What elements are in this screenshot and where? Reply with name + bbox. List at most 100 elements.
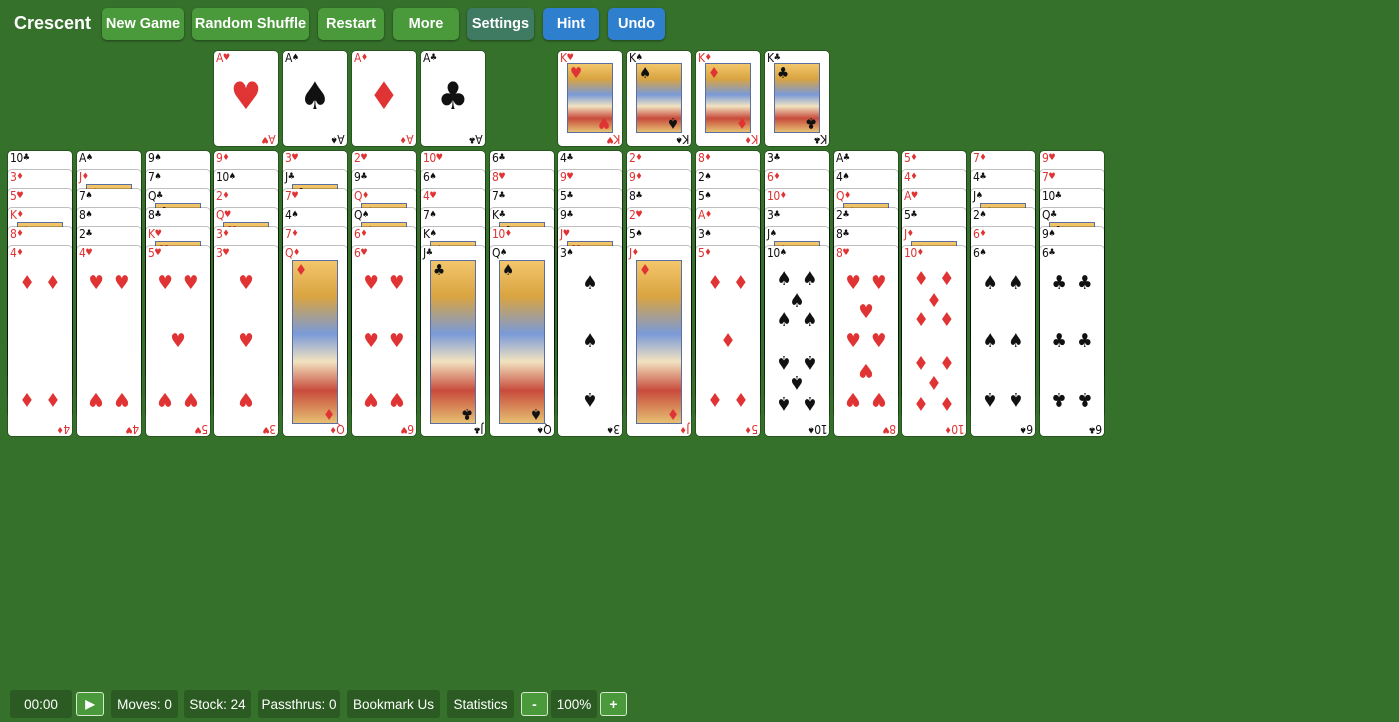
heart-icon: ♥ <box>845 271 861 294</box>
tableau-card[interactable]: 3♠3♠♠♠♠ <box>558 246 622 436</box>
zoom-out-button[interactable]: - <box>521 692 548 716</box>
card-rank: Q <box>285 246 294 260</box>
tableau-card[interactable]: 6♥ 6♥ ♥ ♥ ♥ ♥ ♥ ♥ <box>352 246 416 436</box>
heart-icon: ♥ <box>183 388 199 411</box>
restart-button[interactable]: Restart <box>318 8 384 40</box>
diamond-icon: ♦ <box>720 330 736 352</box>
card-corner: Q♦ <box>354 190 369 202</box>
timer: 00:00 <box>10 690 72 718</box>
heart-icon: ♥ <box>389 388 405 411</box>
diamond-icon: ♦ <box>293 248 300 258</box>
tableau-card[interactable]: Q♦Q♦♦♦ <box>283 246 347 436</box>
hint-button[interactable]: Hint <box>543 8 599 40</box>
diamond-icon: ♦ <box>16 210 24 220</box>
random-shuffle-button[interactable]: Random Shuffle <box>192 8 309 40</box>
tableau-card[interactable]: 5♥5♥♥♥♥♥♥ <box>146 246 210 436</box>
card-corner: Q♣ <box>1042 209 1057 221</box>
club-icon: ♣ <box>156 191 163 201</box>
card-corner-bottom: A♥ <box>262 132 276 146</box>
card-corner: A♠ <box>285 52 299 64</box>
foundation-king-spade[interactable]: K♠ K♠ ♠ ♠ <box>627 51 691 146</box>
pip-area: ♥ ♥ ♥ ♥ ♥ ♥ ♥ ♥ <box>834 246 898 436</box>
card-rank: Q <box>354 189 363 203</box>
tableau-card[interactable]: 4♦4♦♦♦♦♦ <box>8 246 72 436</box>
card-corner: A♥ <box>216 52 230 64</box>
tableau-card[interactable]: 5♦5♦♦♦♦♦♦ <box>696 246 760 436</box>
diamond-icon: ♦ <box>707 388 723 411</box>
card-corner: Q♥ <box>216 209 231 221</box>
undo-button[interactable]: Undo <box>608 8 665 40</box>
card-corner-bottom: K♣ <box>814 132 827 146</box>
bookmark-button[interactable]: Bookmark Us <box>347 690 440 718</box>
tableau-card[interactable]: 3♥3♥♥♥♥ <box>214 246 278 436</box>
tableau-card[interactable]: 8♥8♥♥♥♥♥♥♥♥♥ <box>834 246 898 436</box>
diamond-icon: ♦ <box>913 351 929 374</box>
card-corner: J♦ <box>904 228 914 240</box>
tableau-card[interactable]: 10♦10♦♦♦♦♦♦♦♦♦♦♦ <box>902 246 966 436</box>
new-game-button[interactable]: New Game <box>102 8 184 40</box>
tableau-card[interactable]: 6♠6♠♠♠♠♠♠♠ <box>971 246 1035 436</box>
diamond-icon: ♦ <box>45 388 61 411</box>
spade-icon: ♠ <box>802 308 818 331</box>
zoom-in-button[interactable]: + <box>600 692 627 716</box>
club-icon: ♣ <box>498 210 506 220</box>
diamond-icon: ♦ <box>906 229 914 239</box>
foundation-ace-heart[interactable]: A♥ A♥ ♥ <box>214 51 278 146</box>
tableau-card[interactable]: J♦J♦♦♦ <box>627 246 691 436</box>
foundation-king-diamond[interactable]: K♦ K♦ ♦ ♦ <box>696 51 760 146</box>
settings-button[interactable]: Settings <box>467 8 534 40</box>
heart-icon: ♥ <box>238 388 254 411</box>
spade-icon: ♠ <box>789 289 805 312</box>
card-rank: A <box>354 51 361 65</box>
tableau-card[interactable]: J♣J♣♣♣ <box>421 246 485 436</box>
card-corner-bottom: J♣ <box>474 422 483 436</box>
spade-icon: ♠ <box>982 271 998 294</box>
club-icon: ♣ <box>1050 210 1057 220</box>
spade-icon: ♠ <box>1008 271 1024 294</box>
club-icon: ♣ <box>804 114 817 132</box>
card-corner: K♠ <box>423 228 437 240</box>
club-icon: ♣ <box>1077 271 1093 294</box>
heart-icon: ♥ <box>363 271 379 294</box>
tableau-card[interactable]: 6♣6♣♣♣♣♣♣♣ <box>1040 246 1104 436</box>
tableau-card[interactable]: 4♥4♥♥♥♥♥ <box>77 246 141 436</box>
diamond-icon: ♦ <box>400 134 408 144</box>
spade-icon: ♠ <box>789 370 805 393</box>
app-title: Crescent <box>14 13 92 33</box>
spade-icon: ♠ <box>291 53 299 63</box>
more-button[interactable]: More <box>393 8 459 40</box>
card-corner-bottom: K♦ <box>745 132 758 146</box>
diamond-icon: ♦ <box>939 351 955 374</box>
heart-icon: ♥ <box>871 271 887 294</box>
toolbar: Crescent New Game Random Shuffle Restart Mo… <box>0 0 1399 48</box>
play-icon[interactable]: ▶ <box>76 692 104 716</box>
diamond-icon: ♦ <box>939 391 955 414</box>
heart-icon: ♥ <box>597 114 610 132</box>
foundation-ace-spade[interactable]: A♠ A♠ ♠ <box>283 51 347 146</box>
foundation-ace-club[interactable]: A♣ A♣ ♣ <box>421 51 485 146</box>
club-icon: ♣ <box>469 134 477 144</box>
spade-icon: ♠ <box>776 308 792 331</box>
tableau-card[interactable]: Q♠Q♠♠♠ <box>490 246 554 436</box>
card-rank: Q <box>337 422 345 436</box>
club-icon: ♣ <box>1051 271 1067 294</box>
card-corner: J♦ <box>629 247 639 259</box>
foundation-king-heart[interactable]: K♥ K♥ ♥ ♥ <box>558 51 622 146</box>
spade-icon: ♠ <box>802 268 818 291</box>
card-corner-bottom: A♠ <box>331 132 345 146</box>
spade-icon: ♠ <box>769 229 777 239</box>
statistics-button[interactable]: Statistics <box>447 690 514 718</box>
pip-area: ♠ ♠ ♠ <box>558 246 622 436</box>
spade-icon: ♠ <box>1008 330 1024 352</box>
heart-icon: ♥ <box>183 271 199 294</box>
card-rank: K <box>492 208 499 222</box>
card-corner: J♣ <box>423 247 433 259</box>
court-figure: ♣♣ <box>774 63 820 133</box>
diamond-icon: ♦ <box>322 405 335 423</box>
tableau-card[interactable]: 10♠10♠♠♠♠♠♠♠♠♠♠♠ <box>765 246 829 436</box>
foundation-king-club[interactable]: K♣ K♣ ♣ ♣ <box>765 51 829 146</box>
card-rank: K <box>560 51 567 65</box>
court-figure: ♥♥ <box>567 63 613 133</box>
foundation-ace-diamond[interactable]: A♦ A♦ ♦ <box>352 51 416 146</box>
club-icon: ♣ <box>433 261 446 279</box>
